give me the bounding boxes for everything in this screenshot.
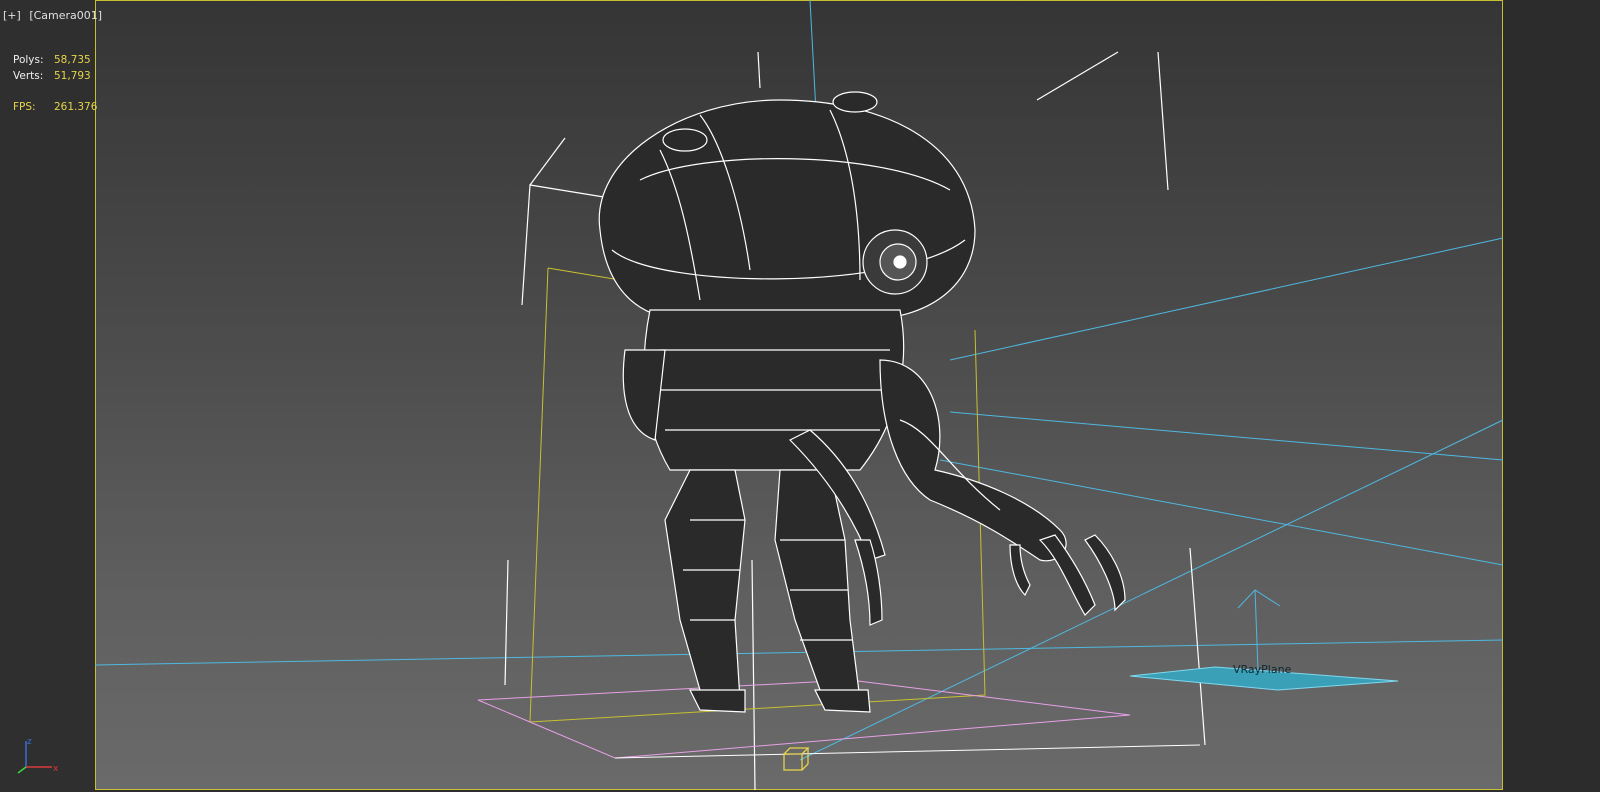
viewport-label: [+] [Camera001] <box>3 9 107 22</box>
axis-tripod-icon: z x <box>17 737 59 774</box>
vray-plane-label: VRayPlane <box>1233 663 1292 676</box>
polys-value: 58,735 <box>54 54 91 66</box>
viewport-scene[interactable] <box>0 0 1600 792</box>
viewport-camera-name[interactable]: [Camera001] <box>29 9 102 22</box>
polys-label: Polys: <box>13 54 44 66</box>
fps-label: FPS: <box>13 101 36 113</box>
3ds-max-workspace: [+] [Camera001] Polys: 58,735 Verts: 51,… <box>0 0 1600 792</box>
axis-x-label: x <box>53 764 59 774</box>
verts-row: Verts: 51,793 <box>13 69 97 85</box>
robot-wireframe[interactable] <box>598 91 1126 713</box>
fps-row: FPS: 261.376 <box>13 100 97 116</box>
camera-target-cube[interactable] <box>783 747 810 771</box>
viewport-statistics: Polys: 58,735 Verts: 51,793 FPS: 261.376 <box>13 53 97 116</box>
viewport-menu-button[interactable]: [+] <box>3 9 21 22</box>
fps-value: 261.376 <box>54 101 98 113</box>
verts-label: Verts: <box>13 69 44 82</box>
axis-z-label: z <box>27 737 32 747</box>
polys-row: Polys: 58,735 <box>13 53 97 69</box>
verts-value: 51,793 <box>54 69 91 82</box>
